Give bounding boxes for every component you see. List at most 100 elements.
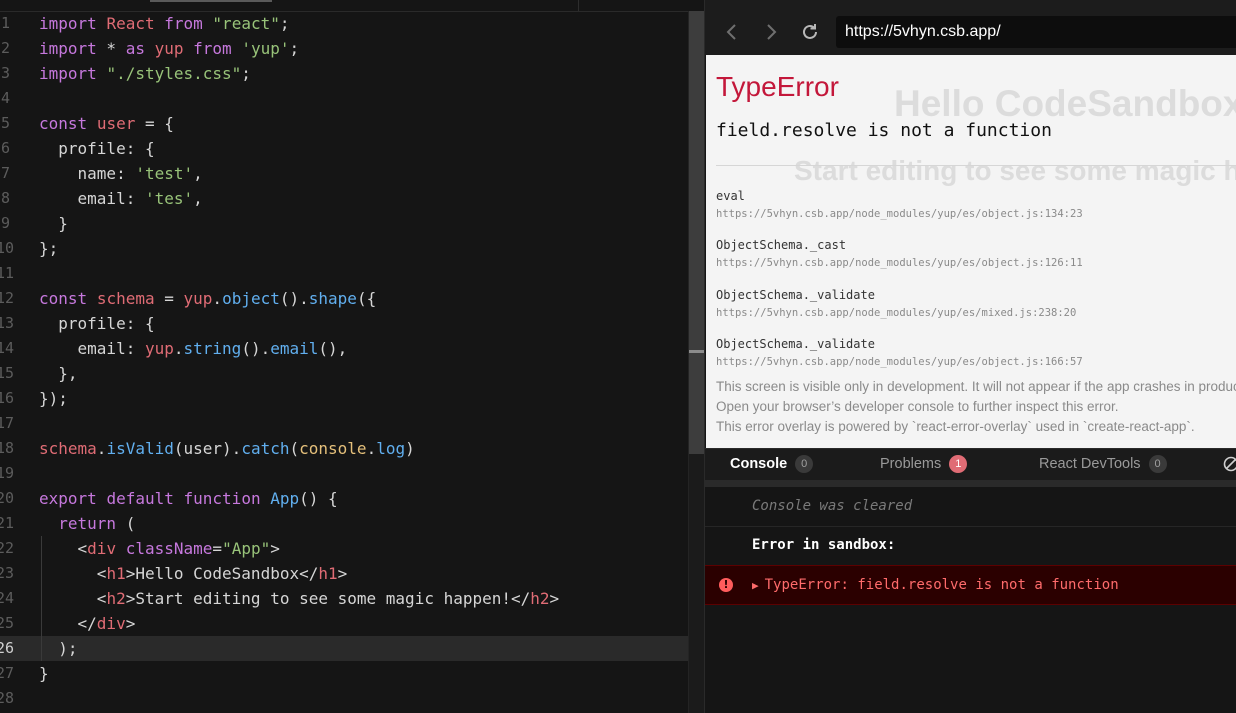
code-line[interactable]: 4 [0,86,688,111]
code-text: } [39,211,68,236]
line-number: 11 [0,264,15,282]
back-button[interactable] [721,20,743,44]
chevron-right-icon [767,24,777,40]
code-token: 'test' [135,164,194,183]
tab-problems[interactable]: Problems 1 [880,449,968,481]
stack-frame-location[interactable]: https://5vhyn.csb.app/node_modules/yup/e… [716,355,1083,369]
code-text: const user = { [39,111,174,136]
code-line[interactable]: 2 import * as yup from 'yup'; [0,36,688,61]
console-error-row[interactable]: ! ▶ TypeError: field.resolve is not a fun… [705,565,1236,605]
code-line[interactable]: 14 email: yup.string().email(), [0,336,688,361]
code-line[interactable]: 26 ); [0,636,688,661]
code-line[interactable]: 5 const user = { [0,111,688,136]
code-token: }); [39,389,68,408]
code-token: = { [135,114,174,133]
code-token: > [125,614,136,633]
code-line[interactable]: 3 import "./styles.css"; [0,61,688,86]
stack-frame[interactable]: ObjectSchema._validate https://5vhyn.csb… [716,336,1083,369]
overlay-footer-line: Open your browser’s developer console to… [716,399,1119,414]
url-bar[interactable]: https://5vhyn.csb.app/ [836,16,1236,48]
tab-label: Problems [880,456,942,472]
line-number: 22 [0,539,15,557]
code-area[interactable]: 1 import React from "react"; 2 import * as … [0,11,688,711]
code-line[interactable]: 17 [0,411,688,436]
code-token: h1 [318,564,338,583]
line-number: 13 [0,314,15,332]
editor-scrollbar[interactable] [688,11,704,713]
line-number: 24 [0,589,15,607]
code-line[interactable]: 21 return ( [0,511,688,536]
code-line[interactable]: 10}; [0,236,688,261]
code-line[interactable]: 11 [0,261,688,286]
browser-bar: https://5vhyn.csb.app/ [705,0,1236,55]
expand-triangle-icon[interactable]: ▶ [752,579,759,592]
stack-frame-function: ObjectSchema._cast [716,238,847,252]
code-token: = [154,289,184,308]
code-line[interactable]: 20 export default function App() { [0,486,688,511]
code-line[interactable]: 22 <div className="App"> [0,536,688,561]
code-line[interactable]: 28 [0,686,688,711]
code-line[interactable]: 25 </div> [0,611,688,636]
code-token: from [164,14,203,33]
code-text: email: 'tes', [39,186,203,211]
code-line[interactable]: 1 import React from "react"; [0,11,688,36]
stack-frame-location[interactable]: https://5vhyn.csb.app/node_modules/yup/e… [716,256,1083,270]
code-token: React [106,14,155,33]
code-token: div [96,614,126,633]
line-number: 7 [0,164,10,182]
line-number: 17 [0,414,15,432]
count-badge: 0 [1148,455,1167,474]
code-token: email [270,339,319,358]
code-token: } [39,214,68,233]
editor-scrollbar-thumb[interactable] [689,11,704,454]
code-line[interactable]: 13 profile: { [0,311,688,336]
stack-frame-location[interactable]: https://5vhyn.csb.app/node_modules/yup/e… [716,207,1083,221]
line-number: 5 [0,114,10,132]
forward-button[interactable] [760,20,782,44]
code-token: yup [154,39,184,58]
code-token: const [39,114,88,133]
code-token: profile: { [39,139,155,158]
code-line[interactable]: 9 } [0,211,688,236]
line-number: 12 [0,289,15,307]
stack-frame[interactable]: eval https://5vhyn.csb.app/node_modules/… [716,188,1083,221]
code-token: > [549,589,560,608]
code-token: ( [289,439,300,458]
code-line[interactable]: 18 schema.isValid(user).catch(console.log… [0,436,688,461]
code-line[interactable]: 16}); [0,386,688,411]
console-output: Console was cleared Error in sandbox: ! … [705,487,1236,713]
code-line[interactable]: 6 profile: { [0,136,688,161]
tab-react-devtools[interactable]: React DevTools 0 [1039,449,1167,481]
code-line[interactable]: 24 <h2>Start editing to see some magic h… [0,586,688,611]
console-filter-strip [705,480,1236,487]
code-line[interactable]: 27} [0,661,688,686]
code-line[interactable]: 8 email: 'tes', [0,186,688,211]
stack-frame[interactable]: ObjectSchema._cast https://5vhyn.csb.app… [716,237,1083,270]
code-token: = [212,539,223,558]
tab-label: Console [730,456,788,472]
code-token: name: [39,164,136,183]
stack-frame-location[interactable]: https://5vhyn.csb.app/node_modules/yup/e… [716,306,1076,320]
clear-console-icon[interactable] [1221,456,1236,472]
code-token: h2 [530,589,550,608]
code-line[interactable]: 12 const schema = yup.object().shape({ [0,286,688,311]
code-token: ; [241,64,251,83]
code-token: import [39,39,97,58]
tab-console[interactable]: Console 0 [730,449,814,481]
code-line[interactable]: 7 name: 'test', [0,161,688,186]
code-text: ); [39,636,77,661]
refresh-button[interactable] [799,20,821,44]
code-line[interactable]: 23 <h1>Hello CodeSandbox</h1> [0,561,688,586]
line-number: 9 [0,214,10,232]
code-line[interactable]: 19 [0,461,688,486]
code-text: profile: { [39,136,155,161]
code-editor[interactable]: 1 import React from "react"; 2 import * as … [0,0,704,713]
code-line[interactable]: 15 }, [0,361,688,386]
code-text: name: 'test', [39,161,203,186]
stack-frame[interactable]: ObjectSchema._validate https://5vhyn.csb… [716,287,1076,320]
code-token: shape [308,289,357,308]
code-token: . [366,439,377,458]
